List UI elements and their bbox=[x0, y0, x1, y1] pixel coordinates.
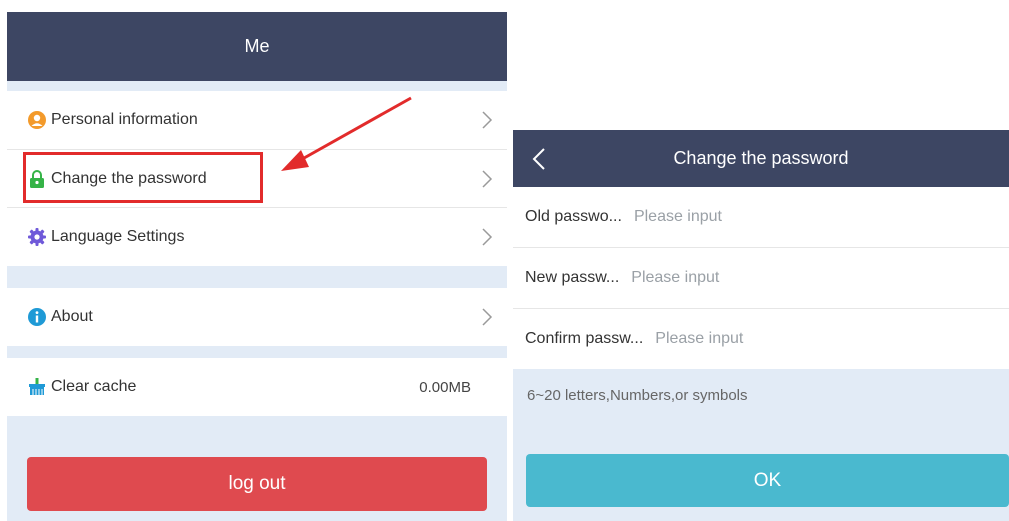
change-password-header: Change the password bbox=[513, 130, 1009, 187]
cache-size: 0.00MB bbox=[419, 378, 471, 396]
menu-label: Clear cache bbox=[51, 378, 137, 395]
confirm-password-input[interactable] bbox=[653, 329, 918, 349]
gear-icon bbox=[27, 227, 47, 247]
me-screen: Me Personal information Change the passw… bbox=[7, 12, 507, 521]
chevron-right-icon bbox=[482, 308, 493, 326]
ok-button[interactable]: OK bbox=[526, 454, 1009, 507]
highlight-box bbox=[23, 152, 263, 203]
change-password-screen: Change the password Old passwo... New pa… bbox=[513, 130, 1009, 521]
menu-item-about[interactable]: About bbox=[7, 288, 507, 346]
confirm-password-field: Confirm passw... bbox=[513, 309, 1009, 369]
back-arrow-icon[interactable] bbox=[531, 146, 547, 172]
menu-label: Language Settings bbox=[51, 228, 185, 245]
password-hint: 6~20 letters,Numbers,or symbols bbox=[527, 387, 748, 404]
menu-item-clear-cache[interactable]: Clear cache 0.00MB bbox=[7, 358, 507, 416]
menu-label: Personal information bbox=[51, 111, 198, 128]
info-icon bbox=[27, 307, 47, 327]
chevron-right-icon bbox=[482, 169, 493, 188]
me-title: Me bbox=[244, 36, 270, 56]
menu-item-language-settings[interactable]: Language Settings bbox=[7, 208, 507, 266]
new-password-input[interactable] bbox=[629, 268, 894, 288]
new-password-label: New passw... bbox=[525, 269, 620, 286]
person-icon bbox=[27, 110, 47, 130]
chevron-right-icon bbox=[482, 111, 493, 129]
chevron-right-icon bbox=[482, 228, 493, 246]
old-password-label: Old passwo... bbox=[525, 208, 622, 225]
old-password-field: Old passwo... bbox=[513, 187, 1009, 247]
annotation-arrow-icon bbox=[281, 96, 412, 171]
confirm-password-label: Confirm passw... bbox=[525, 330, 644, 347]
new-password-field: New passw... bbox=[513, 248, 1009, 308]
change-password-title: Change the password bbox=[673, 148, 849, 168]
menu-label: About bbox=[51, 308, 93, 325]
logout-button[interactable]: log out bbox=[27, 457, 487, 511]
broom-icon bbox=[27, 377, 47, 397]
old-password-input[interactable] bbox=[631, 207, 896, 227]
me-header: Me bbox=[7, 12, 507, 81]
menu-item-personal-information[interactable]: Personal information bbox=[7, 91, 507, 149]
